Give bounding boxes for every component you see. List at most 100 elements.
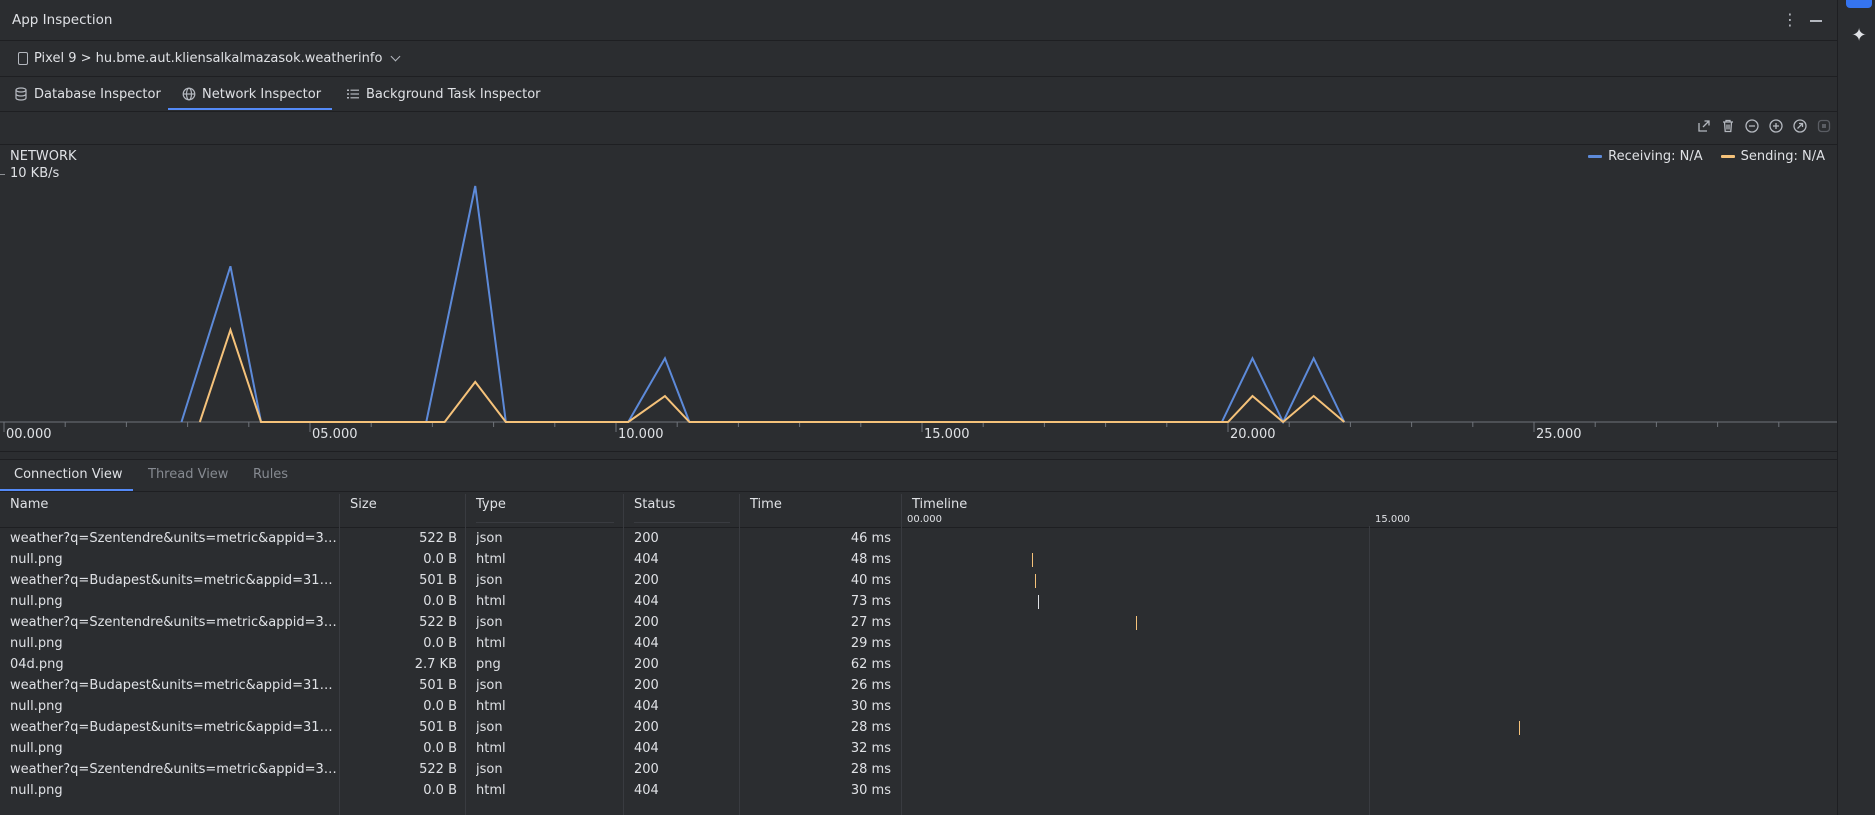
selected-tab-indicator [168, 108, 332, 110]
column-header-timeline[interactable]: Timeline [912, 497, 967, 512]
cell-time: 26 ms [850, 678, 891, 693]
table-row[interactable]: null.png 0.0 B html 404 48 ms [0, 550, 905, 571]
cell-type: html [476, 783, 506, 798]
cell-type: json [476, 531, 503, 546]
ai-assistant-icon[interactable]: ✦ [1846, 23, 1872, 49]
legend-item-receiving: Receiving: N/A [1588, 149, 1703, 164]
table-row[interactable]: weather?q=Szentendre&units=metric&appid=… [0, 529, 905, 550]
table-row[interactable]: null.png 0.0 B html 404 32 ms [0, 739, 905, 760]
column-header-size[interactable]: Size [350, 497, 377, 512]
divider [0, 76, 1837, 77]
table-row[interactable]: weather?q=Budapest&units=metric&appid=31… [0, 718, 905, 739]
cell-name: null.png [10, 699, 63, 714]
device-process-selector[interactable]: Pixel 9 > hu.bme.aut.kliensalkalmazasok.… [18, 49, 401, 67]
chart-y-scale-label: 10 KB/s [10, 166, 60, 181]
cell-time: 30 ms [850, 783, 891, 798]
cell-name: null.png [10, 741, 63, 756]
cell-status: 404 [634, 636, 659, 651]
device-label: Pixel 9 > hu.bme.aut.kliensalkalmazasok.… [34, 50, 383, 66]
attach-to-live-icon [1817, 119, 1831, 133]
cell-name: null.png [10, 552, 63, 567]
cell-size: 522 B [419, 615, 457, 630]
x-axis-tick-label: 25.000 [1536, 427, 1582, 442]
timeline-request-bar[interactable] [1136, 616, 1137, 630]
divider [0, 527, 1837, 528]
reset-zoom-icon[interactable] [1792, 118, 1808, 134]
cell-time: 73 ms [850, 594, 891, 609]
tab-background-task-inspector[interactable]: Background Task Inspector [346, 84, 541, 104]
cell-status: 404 [634, 594, 659, 609]
cell-size: 522 B [419, 531, 457, 546]
more-options-icon[interactable]: ⋮ [1782, 10, 1798, 30]
table-row[interactable]: 04d.png 2.7 KB png 200 62 ms [0, 655, 905, 676]
zoom-in-icon[interactable] [1768, 118, 1784, 134]
cell-type: png [476, 657, 501, 672]
cell-time: 62 ms [850, 657, 891, 672]
tab-connection-view[interactable]: Connection View [14, 467, 123, 482]
zoom-out-icon[interactable] [1744, 118, 1760, 134]
cell-status: 200 [634, 531, 659, 546]
divider [634, 522, 730, 523]
right-tool-strip [1837, 0, 1875, 815]
table-row[interactable]: null.png 0.0 B html 404 73 ms [0, 592, 905, 613]
timeline-axis-label: 15.000 [1375, 514, 1410, 525]
x-axis-tick-label: 05.000 [312, 427, 358, 442]
cell-name: weather?q=Budapest&units=metric&appid=31… [10, 573, 340, 588]
minimize-button[interactable] [1808, 10, 1824, 30]
chart-legend: Receiving: N/A Sending: N/A [1588, 149, 1825, 164]
network-chart[interactable]: 00.000 05.000 10.000 15.000 20.000 25.000 [0, 140, 1837, 442]
tab-network-inspector[interactable]: Network Inspector [182, 84, 321, 104]
database-icon [15, 87, 27, 101]
tool-window-button[interactable] [1846, 0, 1872, 8]
cell-time: 32 ms [850, 741, 891, 756]
timeline-request-bar[interactable] [1031, 553, 1033, 567]
cell-size: 0.0 B [423, 699, 457, 714]
phone-icon [18, 51, 28, 65]
cell-size: 0.0 B [423, 741, 457, 756]
cell-size: 501 B [419, 720, 457, 735]
table-row[interactable]: weather?q=Budapest&units=metric&appid=31… [0, 571, 905, 592]
cell-time: 46 ms [850, 531, 891, 546]
cell-time: 40 ms [850, 573, 891, 588]
cell-status: 200 [634, 762, 659, 777]
cell-type: html [476, 636, 506, 651]
tab-rules[interactable]: Rules [253, 467, 288, 482]
cell-status: 404 [634, 699, 659, 714]
column-header-status[interactable]: Status [634, 497, 675, 512]
timeline-request-bar[interactable] [1034, 574, 1036, 588]
cell-size: 501 B [419, 678, 457, 693]
cell-size: 0.0 B [423, 552, 457, 567]
timeline-request-bar[interactable] [1037, 595, 1039, 609]
legend-swatch [1720, 155, 1735, 158]
column-header-type[interactable]: Type [476, 497, 506, 512]
cell-name: weather?q=Budapest&units=metric&appid=31… [10, 720, 340, 735]
tab-label: Database Inspector [34, 86, 161, 102]
tab-thread-view[interactable]: Thread View [148, 467, 228, 482]
column-header-name[interactable]: Name [10, 497, 48, 512]
legend-label: Sending: N/A [1740, 149, 1825, 164]
cell-name: null.png [10, 783, 63, 798]
table-row[interactable]: null.png 0.0 B html 404 30 ms [0, 781, 905, 802]
trash-icon[interactable] [1720, 118, 1736, 134]
cell-time: 28 ms [850, 762, 891, 777]
table-row[interactable]: null.png 0.0 B html 404 29 ms [0, 634, 905, 655]
table-row[interactable]: null.png 0.0 B html 404 30 ms [0, 697, 905, 718]
table-row[interactable]: weather?q=Szentendre&units=metric&appid=… [0, 613, 905, 634]
column-header-time[interactable]: Time [750, 497, 782, 512]
table-row[interactable]: weather?q=Szentendre&units=metric&appid=… [0, 760, 905, 781]
tab-label: Network Inspector [202, 86, 322, 102]
timeline-request-bar[interactable] [1519, 721, 1521, 735]
export-icon[interactable] [1696, 118, 1712, 134]
window-title: App Inspection [12, 12, 113, 28]
cell-type: json [476, 720, 503, 735]
table-row[interactable]: weather?q=Budapest&units=metric&appid=31… [0, 676, 905, 697]
cell-status: 200 [634, 615, 659, 630]
timeline-axis-label: 00.000 [907, 514, 942, 525]
cell-status: 200 [634, 657, 659, 672]
cell-name: 04d.png [10, 657, 64, 672]
timeline-gridline [1369, 526, 1370, 815]
tab-database-inspector[interactable]: Database Inspector [14, 84, 161, 104]
cell-time: 29 ms [850, 636, 891, 651]
cell-type: html [476, 594, 506, 609]
cell-size: 0.0 B [423, 783, 457, 798]
